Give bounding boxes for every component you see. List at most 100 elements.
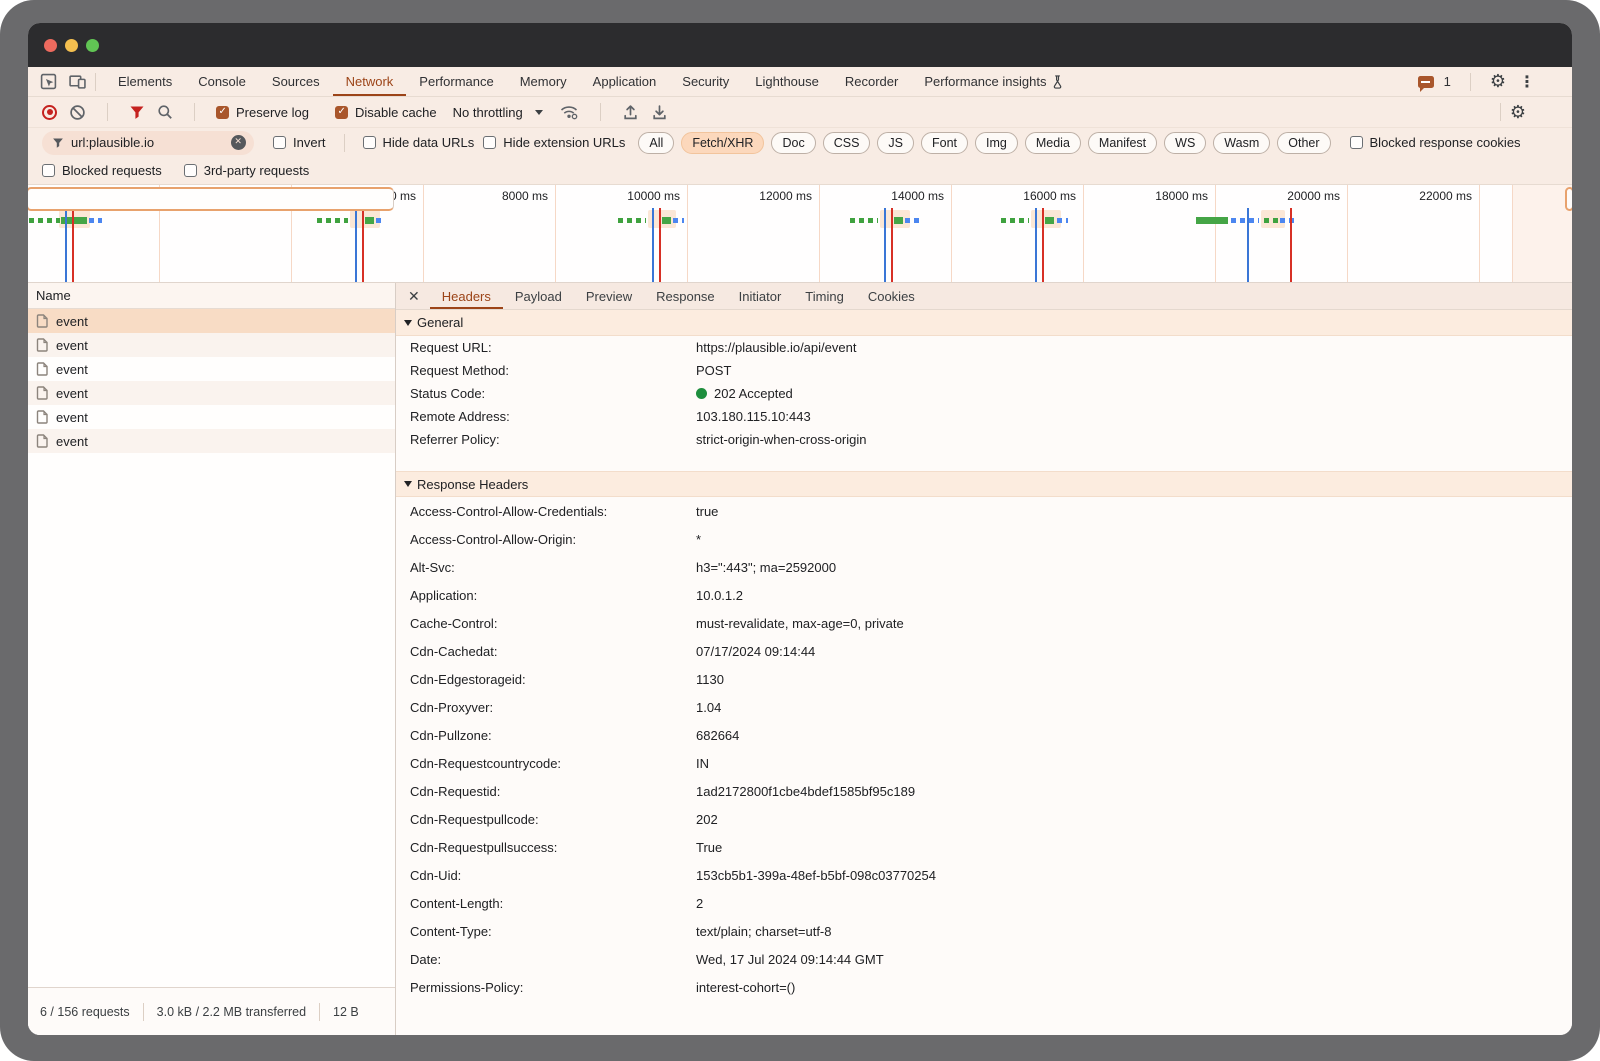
main-panel-tab[interactable]: Network [333, 67, 407, 96]
request-type-pill[interactable]: Font [921, 132, 968, 154]
request-type-pill[interactable]: JS [877, 132, 914, 154]
header-row: Application: 10.0.1.2 [396, 581, 1572, 609]
network-settings-gear-icon[interactable]: ⚙ [1510, 102, 1526, 123]
detail-tab[interactable]: Cookies [856, 283, 927, 309]
header-row: Alt-Svc: h3=":443"; ma=2592000 [396, 553, 1572, 581]
request-type-pill[interactable]: Fetch/XHR [681, 132, 764, 154]
name-column-header[interactable]: Name [28, 283, 395, 309]
record-icon[interactable] [42, 105, 57, 120]
filter-input[interactable]: url:plausible.io [42, 131, 254, 155]
inspect-element-icon[interactable] [40, 73, 57, 90]
disable-cache-checkbox[interactable]: Disable cache [335, 105, 437, 120]
main-panel-tab[interactable]: Performance insights [911, 67, 1077, 96]
device-toolbar-icon[interactable] [69, 73, 86, 90]
detail-tab[interactable]: Timing [793, 283, 856, 309]
request-type-pill[interactable]: All [638, 132, 674, 154]
header-value: interest-cohort=() [696, 980, 795, 995]
header-name: Cdn-Edgestorageid: [410, 672, 696, 687]
request-row[interactable]: event [28, 429, 395, 453]
request-type-pill[interactable]: Manifest [1088, 132, 1157, 154]
request-type-pill[interactable]: Img [975, 132, 1018, 154]
blocked-response-cookies-checkbox[interactable]: Blocked response cookies [1350, 135, 1521, 150]
general-section-header[interactable]: General [396, 310, 1572, 336]
issues-badge-icon[interactable] [1418, 76, 1434, 88]
hide-data-urls-checkbox[interactable]: Hide data URLs [363, 135, 475, 150]
detail-tabs: Headers Payload Preview Response Initiat… [430, 283, 927, 309]
main-panel-tab[interactable]: Console [185, 67, 259, 96]
waterfall-segment [850, 218, 878, 223]
ruler-tick: 10000 ms [556, 185, 688, 282]
main-panel-tab[interactable]: Sources [259, 67, 333, 96]
waterfall-segment [1057, 218, 1068, 223]
detail-tab[interactable]: Payload [503, 283, 574, 309]
request-row[interactable]: event [28, 405, 395, 429]
document-icon [36, 338, 48, 352]
overview-track[interactable]: 2000 ms 4000 ms 6000 ms 8000 ms 10000 ms… [28, 185, 1572, 283]
detail-tab[interactable]: Preview [574, 283, 644, 309]
traffic-light-close[interactable] [44, 39, 57, 52]
waterfall-segment [891, 208, 893, 282]
hide-extension-urls-checkbox[interactable]: Hide extension URLs [483, 135, 625, 150]
disclosure-triangle-icon [404, 481, 412, 487]
request-row[interactable]: event [28, 357, 395, 381]
search-icon[interactable] [157, 104, 173, 120]
filter-icon[interactable] [129, 105, 145, 120]
export-har-icon[interactable] [651, 104, 668, 121]
overview-left-handle[interactable] [28, 187, 394, 211]
header-name: Content-Length: [410, 896, 696, 911]
request-type-pill[interactable]: Media [1025, 132, 1081, 154]
main-panel-tab[interactable]: Elements [105, 67, 185, 96]
requests-panel: Name event [28, 283, 396, 1035]
header-name: Cdn-Cachedat: [410, 644, 696, 659]
overview-right-handle[interactable] [1565, 187, 1572, 211]
clear-network-log-icon[interactable] [69, 104, 86, 121]
traffic-light-zoom[interactable] [86, 39, 99, 52]
blocked-requests-checkbox[interactable]: Blocked requests [42, 163, 162, 178]
chevron-down-icon [535, 110, 543, 115]
third-party-requests-checkbox[interactable]: 3rd-party requests [184, 163, 310, 178]
request-type-pill[interactable]: WS [1164, 132, 1206, 154]
devtools-panel: Elements Console [28, 67, 1572, 1035]
main-tab-bar: Elements Console [28, 67, 1572, 97]
request-type-pill[interactable]: Wasm [1213, 132, 1270, 154]
waterfall-segment [29, 218, 60, 223]
header-row: Cdn-Requestid: 1ad2172800f1cbe4bdef1585b… [396, 777, 1572, 805]
invert-checkbox[interactable]: Invert [273, 135, 326, 150]
main-panel-tab[interactable]: Lighthouse [742, 67, 832, 96]
header-value: 1130 [696, 672, 724, 687]
request-type-pill[interactable]: Doc [771, 132, 815, 154]
divider [143, 1003, 144, 1021]
request-type-pill[interactable]: Other [1277, 132, 1330, 154]
request-row[interactable]: event [28, 333, 395, 357]
header-name: Cdn-Proxyver: [410, 700, 696, 715]
main-panel-tab[interactable]: Security [669, 67, 742, 96]
gear-icon[interactable]: ⚙ [1490, 71, 1506, 92]
filter-bar: url:plausible.io Invert Hide data URLs H… [28, 128, 1572, 157]
kebab-menu-icon[interactable]: ⋮ [1516, 72, 1538, 92]
detail-tab[interactable]: Headers [430, 283, 503, 309]
clear-filter-icon[interactable] [231, 135, 246, 150]
request-row[interactable]: event [28, 381, 395, 405]
header-value: IN [696, 756, 709, 771]
main-panel-tab[interactable]: Performance [406, 67, 506, 96]
import-har-icon[interactable] [622, 104, 639, 121]
main-panel-tab[interactable]: Recorder [832, 67, 911, 96]
traffic-light-minimize[interactable] [65, 39, 78, 52]
throttling-select[interactable]: No throttling [449, 105, 547, 120]
main-panel-tab[interactable]: Memory [507, 67, 580, 96]
waterfall-segment [1045, 217, 1054, 224]
network-conditions-icon[interactable] [559, 104, 579, 120]
detail-tab[interactable]: Initiator [727, 283, 794, 309]
header-value: https://plausible.io/api/event [696, 340, 856, 355]
response-headers-section-header[interactable]: Response Headers [396, 471, 1572, 497]
detail-tab[interactable]: Response [644, 283, 727, 309]
preserve-log-checkbox[interactable]: Preserve log [216, 105, 309, 120]
section-gap [396, 451, 1572, 471]
close-icon[interactable]: ✕ [404, 288, 430, 305]
header-value: 2 [696, 896, 703, 911]
request-type-pill[interactable]: CSS [823, 132, 871, 154]
header-value: 202 [696, 812, 718, 827]
request-row[interactable]: event [28, 309, 395, 333]
main-panel-tab[interactable]: Application [580, 67, 670, 96]
header-value: text/plain; charset=utf-8 [696, 924, 832, 939]
